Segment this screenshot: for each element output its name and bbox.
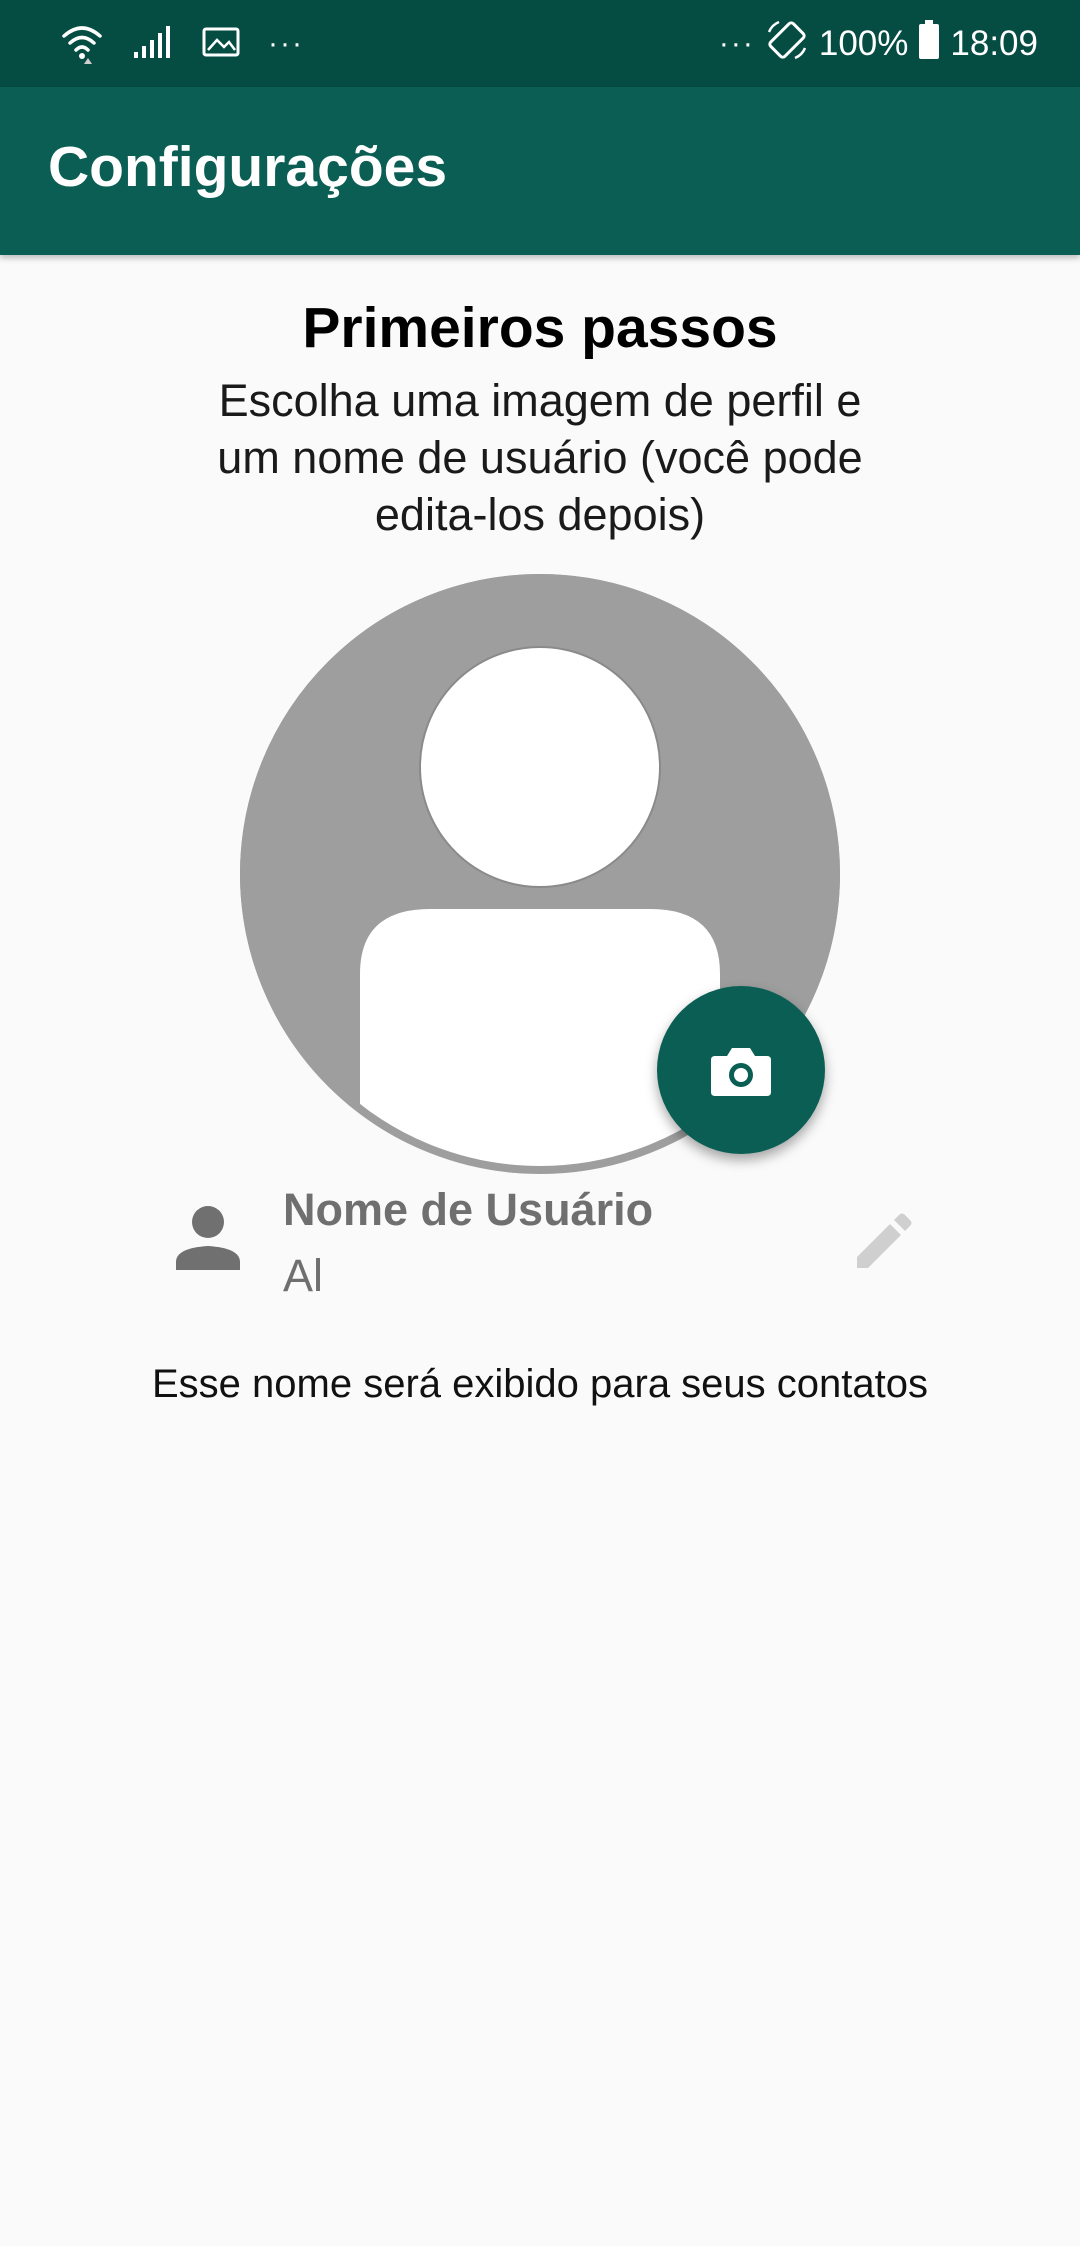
status-more-left: ··· bbox=[268, 27, 304, 60]
camera-icon bbox=[711, 1048, 771, 1096]
status-more-right: ··· bbox=[718, 27, 755, 60]
status-bar: ··· ··· 100% 18:09 bbox=[0, 0, 1080, 87]
wifi-icon bbox=[60, 20, 104, 69]
change-photo-button[interactable] bbox=[657, 986, 825, 1154]
username-helper-text: Esse nome será exibido para seus contato… bbox=[152, 1362, 928, 1406]
app-bar: Configurações bbox=[0, 87, 1080, 255]
battery-icon bbox=[918, 19, 940, 69]
status-bar-right: ··· 100% 18:09 bbox=[719, 18, 1038, 70]
person-icon bbox=[168, 1200, 248, 1280]
status-time: 18:09 bbox=[950, 24, 1038, 63]
pencil-icon[interactable] bbox=[845, 1205, 920, 1280]
battery-percent: 100% bbox=[818, 24, 909, 63]
signal-icon bbox=[132, 24, 174, 65]
setup-heading: Primeiros passos bbox=[302, 296, 778, 360]
page-title: Configurações bbox=[48, 135, 448, 199]
setup-subtitle: Escolha uma imagem de perfil e um nome d… bbox=[217, 375, 863, 540]
status-bar-left: ··· bbox=[60, 18, 304, 70]
gallery-icon bbox=[202, 26, 240, 63]
username-label: Nome de Usuário bbox=[283, 1184, 654, 1235]
username-value: Al bbox=[283, 1250, 324, 1301]
auto-rotate-icon bbox=[765, 18, 809, 71]
